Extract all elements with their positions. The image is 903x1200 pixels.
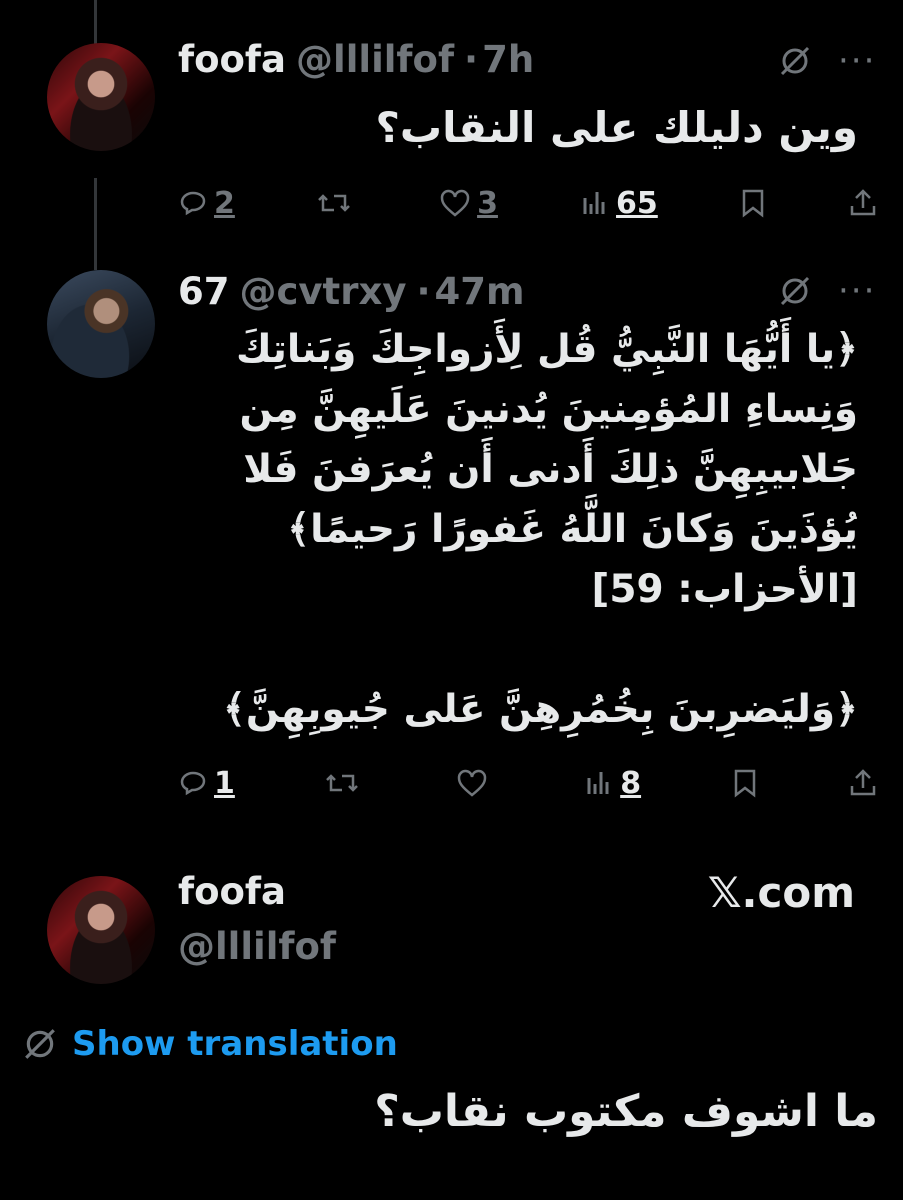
share-icon[interactable] xyxy=(848,188,878,218)
user-handle[interactable]: @cvtrxy xyxy=(240,270,407,313)
display-name[interactable]: 67 xyxy=(178,270,230,313)
retweet-icon xyxy=(326,774,359,792)
reply-button[interactable]: 1 xyxy=(178,766,235,801)
avatar[interactable] xyxy=(47,43,155,151)
avatar[interactable] xyxy=(47,876,155,984)
bookmark-icon[interactable] xyxy=(732,768,758,798)
show-translation[interactable]: Show translation xyxy=(22,1024,398,1064)
reply-icon xyxy=(180,771,206,796)
reply-button[interactable]: 2 xyxy=(178,186,235,221)
display-name[interactable]: foofa xyxy=(178,38,286,81)
like-count: 3 xyxy=(477,185,498,221)
separator: · xyxy=(464,38,479,81)
x-brand-watermark: 𝕏.com xyxy=(707,868,855,917)
verse-reference: [الأحزاب: 59] xyxy=(591,567,858,612)
verse-line: وَنِساءِ المُؤمِنينَ يُدنينَ عَلَيهِنَّ … xyxy=(239,387,858,432)
display-name[interactable]: foofa xyxy=(178,870,286,913)
tweet-text: وين دليلك على النقاب؟ xyxy=(375,103,858,152)
grok-icon[interactable] xyxy=(778,274,812,308)
verse-line: جَلابيبِهِنَّ ذلِكَ أَدنى أَن يُعرَفنَ ف… xyxy=(243,447,858,492)
tweet-text: ﴿يا أَيُّهَا النَّبِيُّ قُل لِأَزواجِكَ … xyxy=(158,320,858,740)
timestamp[interactable]: 7h xyxy=(482,38,534,81)
thread-line xyxy=(94,178,97,270)
view-count: 8 xyxy=(620,765,642,801)
translate-icon xyxy=(25,1029,55,1059)
verse-line: يُؤذَينَ وَكانَ اللَّهُ غَفورًا رَحيمًا﴾ xyxy=(287,507,858,552)
verse-line: ﴿يا أَيُّهَا النَّبِيُّ قُل لِأَزواجِكَ … xyxy=(235,327,858,372)
views-icon xyxy=(583,192,605,214)
separator: · xyxy=(416,270,431,313)
tweet-header: foofa @lllilfof · 7h xyxy=(178,38,534,81)
reply-count: 2 xyxy=(214,185,235,221)
more-options-icon[interactable]: ··· xyxy=(838,44,876,78)
retweet-button[interactable] xyxy=(325,768,365,798)
more-options-icon[interactable]: ··· xyxy=(838,274,876,308)
reply-count: 1 xyxy=(214,765,235,801)
avatar[interactable] xyxy=(47,270,155,378)
timestamp[interactable]: 47m xyxy=(435,270,525,313)
like-button[interactable] xyxy=(456,768,494,798)
show-translation-link[interactable]: Show translation xyxy=(72,1024,398,1064)
view-count: 65 xyxy=(616,185,658,221)
heart-icon xyxy=(440,189,470,217)
bookmark-icon[interactable] xyxy=(740,188,766,218)
verse-line: ﴿وَليَضرِبنَ بِخُمُرِهِنَّ عَلى جُيوبِهِ… xyxy=(223,687,858,732)
heart-icon xyxy=(457,769,486,797)
retweet-button[interactable] xyxy=(317,188,357,218)
user-handle[interactable]: @lllilfof xyxy=(178,925,336,968)
thread-line xyxy=(94,0,97,45)
tweet-text: ما اشوف مكتوب نقاب؟ xyxy=(374,1086,878,1137)
retweet-icon xyxy=(318,194,350,212)
grok-icon[interactable] xyxy=(778,44,812,78)
views-button[interactable]: 65 xyxy=(580,186,658,221)
share-icon[interactable] xyxy=(848,768,878,798)
user-handle[interactable]: @lllilfof xyxy=(296,38,454,81)
reply-icon xyxy=(180,191,206,216)
tweet-actions: 1 8 xyxy=(178,763,878,803)
tweet-header: 67 @cvtrxy · 47m xyxy=(178,270,525,313)
views-button[interactable]: 8 xyxy=(584,766,641,801)
tweet-actions: 2 3 65 xyxy=(178,183,878,223)
views-icon xyxy=(587,772,609,794)
like-button[interactable]: 3 xyxy=(439,186,498,221)
